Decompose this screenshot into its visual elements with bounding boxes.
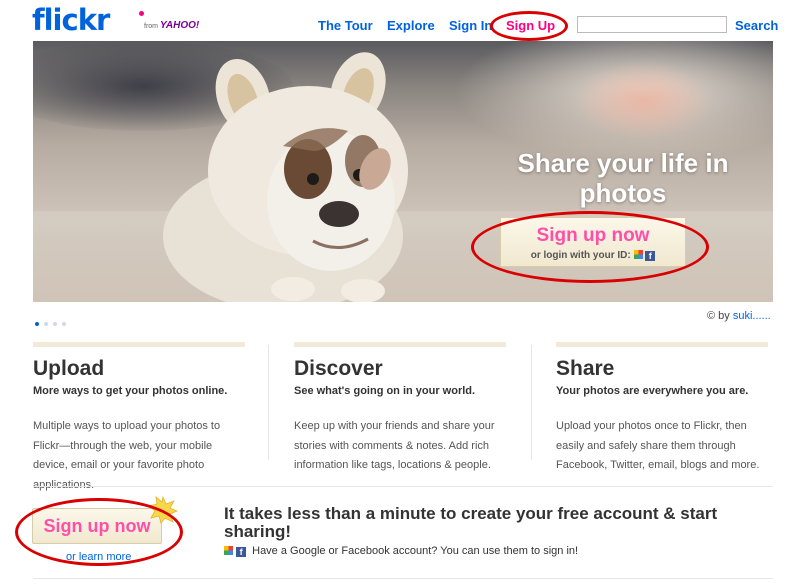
discover-subtitle: See what's going on in your world.: [294, 385, 476, 397]
bottom-sign-up-button[interactable]: Sign up now: [32, 508, 162, 544]
hero-sign-up-button[interactable]: Sign up now or login with your ID: f: [500, 217, 686, 267]
login-with-id: or login with your ID: f: [501, 250, 685, 261]
logo-wordmark: flickr: [32, 3, 110, 37]
nav-sign-up[interactable]: Sign Up: [506, 18, 555, 34]
bulldog-in-bunny-suit-illustration: [163, 52, 408, 302]
facebook-icon[interactable]: f: [645, 251, 656, 261]
cta-note: f Have a Google or Facebook account? You…: [224, 545, 578, 557]
nav-the-tour[interactable]: The Tour: [318, 18, 373, 34]
logo-dot: [139, 11, 144, 16]
login-prefix-text: or login with your ID:: [530, 250, 631, 261]
column-divider: [531, 345, 532, 460]
discover-title: Discover: [294, 357, 383, 380]
upload-title: Upload: [33, 357, 105, 380]
slide-dot-2[interactable]: [44, 322, 48, 326]
footer-divider: [33, 578, 773, 579]
column-top-bar: [294, 342, 506, 347]
discover-body: Keep up with your friends and share your…: [294, 420, 495, 471]
cta-heading: It takes less than a minute to create yo…: [224, 504, 718, 541]
share-column: Share Your photos are everywhere you are…: [556, 342, 768, 476]
upload-column: Upload More ways to get your photos onli…: [33, 342, 245, 495]
hero-photo: Share your life in photos Sign up now or…: [33, 41, 773, 302]
slideshow-dots: [35, 313, 71, 326]
share-body: Upload your photos once to Flickr, then …: [556, 420, 760, 471]
share-subtitle: Your photos are everywhere you are.: [556, 385, 749, 397]
nav-explore[interactable]: Explore: [387, 18, 435, 34]
facebook-icon: f: [236, 547, 247, 557]
slide-dot-3[interactable]: [53, 322, 57, 326]
starburst-icon: [148, 496, 178, 524]
upload-subtitle: More ways to get your photos online.: [33, 385, 228, 397]
column-top-bar: [33, 342, 245, 347]
column-divider: [268, 345, 269, 460]
discover-column: Discover See what's going on in your wor…: [294, 342, 506, 476]
hero-bg-warm: [573, 61, 713, 141]
flickr-logo[interactable]: flickr from YAHOO!: [32, 2, 199, 38]
logo-yahoo: YAHOO!: [160, 20, 200, 31]
hero-sign-up-label: Sign up now: [536, 225, 650, 246]
hero-title: Share your life in photos: [517, 148, 729, 208]
column-top-bar: [556, 342, 768, 347]
slide-dot-1[interactable]: [35, 322, 39, 326]
slide-dot-4[interactable]: [62, 322, 66, 326]
section-divider: [33, 486, 773, 487]
search-button[interactable]: Search: [735, 18, 778, 33]
google-icon[interactable]: [633, 250, 643, 259]
share-title: Share: [556, 357, 615, 380]
learn-more-link[interactable]: or learn more: [66, 551, 131, 563]
search-input[interactable]: [577, 16, 727, 33]
upload-body: Multiple ways to upload your photos to F…: [33, 420, 221, 491]
credit-author-link[interactable]: suki......: [733, 310, 771, 322]
photo-credit: © by suki......: [707, 310, 771, 322]
credit-prefix: © by: [707, 310, 730, 322]
logo-from: from: [144, 23, 158, 30]
nav-sign-in[interactable]: Sign In: [449, 18, 492, 34]
cta-note-text: Have a Google or Facebook account? You c…: [252, 545, 579, 557]
google-icon: [224, 546, 233, 555]
